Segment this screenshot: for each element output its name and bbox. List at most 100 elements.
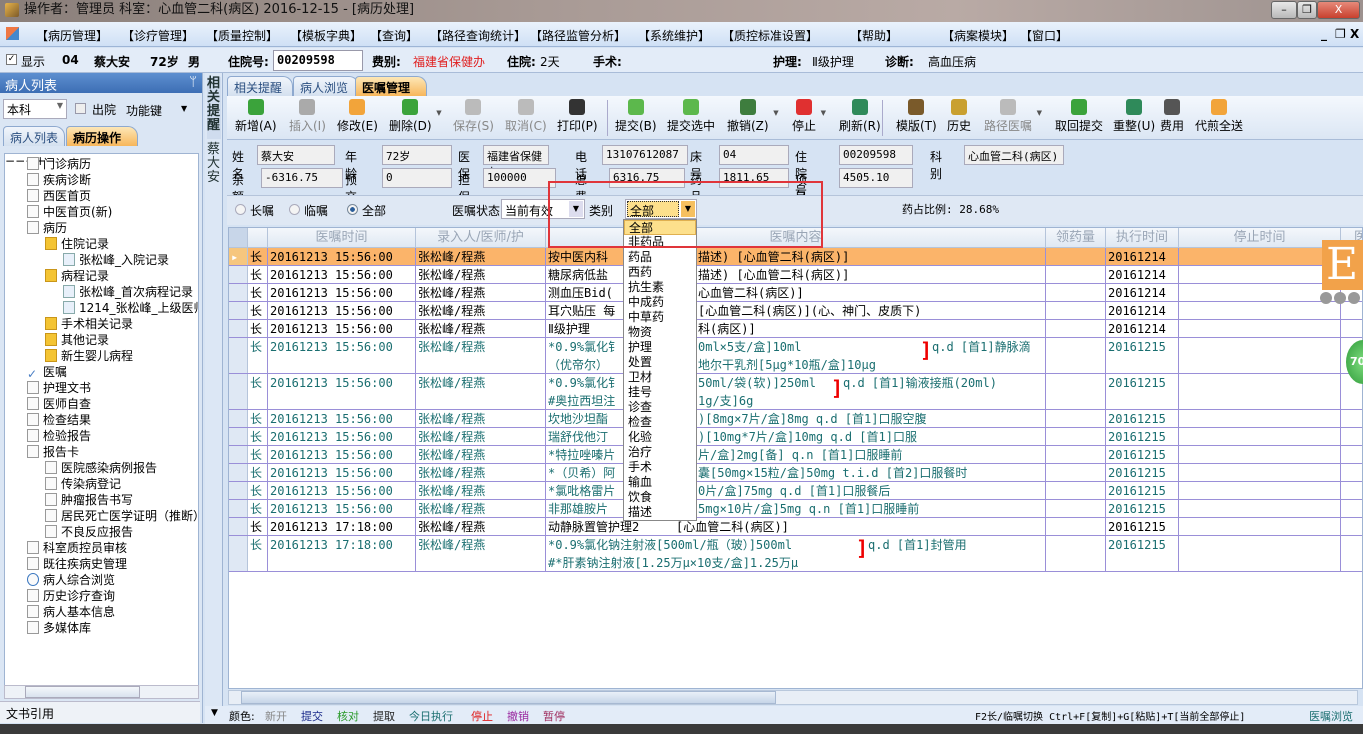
tree-item[interactable]: 西医首页 xyxy=(27,188,91,204)
prepay-field[interactable]: 0 xyxy=(382,168,452,188)
category-option[interactable]: 挂号 xyxy=(624,385,696,400)
category-option[interactable]: 手术 xyxy=(624,460,696,475)
menu-item[interactable]: 【窗口】 xyxy=(1020,27,1068,44)
category-option[interactable]: 输血 xyxy=(624,475,696,490)
category-option[interactable]: 诊查 xyxy=(624,400,696,415)
tree-item[interactable]: 科室质控员审核 xyxy=(27,540,127,556)
table-row[interactable]: 长 20161213 15:56:00 张松峰/程燕 坎地沙坦酯)[8mg×7片/盒]… xyxy=(229,410,1362,428)
chevron-down-icon[interactable]: ▼ xyxy=(821,109,826,117)
balance-field[interactable]: -6316.75 xyxy=(261,168,343,188)
submit-button[interactable]: 提交(B) xyxy=(615,99,657,134)
mdi-restore[interactable]: ❐ xyxy=(1335,27,1346,41)
tree-item[interactable]: 张松峰_首次病程记录 xyxy=(63,284,193,300)
insurance-field[interactable]: 福建省保健办 xyxy=(483,145,549,179)
menu-item[interactable]: 【帮助】 xyxy=(850,27,898,44)
calculator-button[interactable]: 费用 xyxy=(1160,99,1184,134)
tree-item[interactable]: 新生婴儿病程 xyxy=(45,348,133,364)
collapse-icon[interactable]: − xyxy=(5,154,15,168)
chevron-down-icon[interactable]: ▼ xyxy=(1037,109,1042,117)
side-tab-patient[interactable]: 蔡大安 xyxy=(207,143,221,185)
tree-item[interactable]: 检查结果 xyxy=(27,412,91,428)
category-option[interactable]: 饮食 xyxy=(624,490,696,505)
mdi-minimize[interactable]: _ xyxy=(1321,27,1327,41)
collapse-icon[interactable]: − xyxy=(15,154,25,168)
tree-item[interactable]: 手术相关记录 xyxy=(45,316,133,332)
menu-item[interactable]: 【病历管理】 xyxy=(36,27,108,44)
undo-button[interactable]: 取消(C) xyxy=(505,99,547,134)
show-checkbox[interactable]: ✓ xyxy=(6,54,17,65)
age-field[interactable]: 72岁 xyxy=(382,145,452,165)
inpatient-no-field[interactable]: 00209598 xyxy=(273,50,363,71)
table-row[interactable]: 长 20161213 15:56:00 张松峰/程燕 非那雄胺片 5mg×10片/盒]5… xyxy=(229,500,1362,518)
category-option[interactable]: 描述 xyxy=(624,505,696,520)
stop-button[interactable]: 停止 ▼ xyxy=(792,99,826,134)
total-field[interactable]: 6316.75 xyxy=(609,168,685,188)
floating-e-badge[interactable]: E xyxy=(1322,240,1363,290)
table-row[interactable]: 长 20161213 15:56:00 张松峰/程燕 瑞舒伐他汀)[10mg*7片/盒… xyxy=(229,428,1362,446)
menu-item[interactable]: 【查询】 xyxy=(370,27,418,44)
menu-item[interactable]: 【诊疗管理】 xyxy=(122,27,194,44)
category-option[interactable]: 中成药 xyxy=(624,295,696,310)
menu-item[interactable]: 【系统维护】 xyxy=(638,27,710,44)
menu-item[interactable]: 【质控标准设置】 xyxy=(722,27,818,44)
side-tab-reminder[interactable]: 相关提醒 xyxy=(207,77,221,139)
tree-item[interactable]: 病历 xyxy=(27,220,67,236)
radio-temporary[interactable] xyxy=(289,204,300,215)
item-field[interactable]: 4505.10 xyxy=(839,168,913,188)
chevron-down-icon[interactable]: ▼ xyxy=(436,109,441,117)
category-select[interactable]: 全部 ▼ xyxy=(625,199,697,219)
category-option[interactable]: 中草药 xyxy=(624,310,696,325)
table-row[interactable]: 长 20161213 15:56:00 张松峰/程燕 Ⅱ级护理 科(病区)] 201612… xyxy=(229,320,1362,338)
column-header[interactable]: 医嘱时间 xyxy=(268,228,416,248)
bed-field[interactable]: 04 xyxy=(719,145,789,165)
add-button[interactable]: 新增(A) xyxy=(235,99,277,134)
grid-corner[interactable] xyxy=(229,228,248,248)
table-row[interactable]: 长 20161213 15:56:00 张松峰/程燕 *（贝希）阿 囊[50mg×15粒… xyxy=(229,464,1362,482)
radio-long-term[interactable] xyxy=(235,204,246,215)
tree-item[interactable]: 病人综合浏览 xyxy=(27,572,115,588)
menu-item[interactable]: 【路径查询统计】 xyxy=(430,27,526,44)
category-option[interactable]: 检查 xyxy=(624,415,696,430)
tree-item[interactable]: 检验报告 xyxy=(27,428,91,444)
category-option[interactable]: 护理 xyxy=(624,340,696,355)
radio-all[interactable] xyxy=(347,204,358,215)
menu-item[interactable]: 【模板字典】 xyxy=(290,27,362,44)
retrieve-button[interactable]: 取回提交 xyxy=(1055,99,1103,134)
pager-dots[interactable] xyxy=(1320,292,1363,304)
table-row[interactable]: 长 20161213 15:56:00 张松峰/程燕 *0.9%氯化钅 50ml/袋(软… xyxy=(229,374,1362,410)
menu-item[interactable]: 【病案模块】 xyxy=(942,27,1014,44)
left-tab[interactable]: 病人列表 xyxy=(3,126,65,146)
minimize-button[interactable]: – xyxy=(1271,1,1297,19)
dept-field[interactable]: 心血管二科(病区) xyxy=(964,145,1064,165)
table-row[interactable]: 长 20161213 17:18:00 张松峰/程燕 动静脉置管护理2 [心血管二科(病… xyxy=(229,518,1362,536)
table-row[interactable]: 长 20161213 15:56:00 张松峰/程燕 *特拉唑嗪片 片/盒]2mg[备]… xyxy=(229,446,1362,464)
document-reference[interactable]: 文书引用 xyxy=(0,701,200,723)
delete-button[interactable]: 删除(D) ▼ xyxy=(389,99,442,134)
grid-hscrollbar[interactable] xyxy=(228,690,1358,705)
chevron-down-icon[interactable]: ▼ xyxy=(773,109,778,117)
menu-item[interactable]: 【路径监管分析】 xyxy=(530,27,626,44)
inpatient-no-field[interactable]: 00209598 xyxy=(839,145,913,165)
left-tab[interactable]: 病历操作 xyxy=(66,126,138,146)
edit-button[interactable]: 修改(E) xyxy=(337,99,378,134)
order-status-select[interactable]: 当前有效 ▼ xyxy=(501,199,585,219)
column-header[interactable]: 领药量 xyxy=(1046,228,1106,248)
category-option[interactable]: 非药品 xyxy=(624,235,696,250)
tree-item[interactable]: 护理文书 xyxy=(27,380,91,396)
tree-item[interactable]: 多媒体库 xyxy=(27,620,91,636)
history-button[interactable]: 历史 xyxy=(947,99,971,134)
table-row[interactable]: 长 20161213 15:56:00 张松峰/程燕 *氯吡格雷片 0片/盒]75mg … xyxy=(229,482,1362,500)
scroll-thumb[interactable] xyxy=(241,691,776,704)
tree-item[interactable]: 疾病诊断 xyxy=(27,172,91,188)
column-header[interactable]: 停止时间 xyxy=(1179,228,1341,248)
tree-item[interactable]: 居民死亡医学证明（推断） xyxy=(45,508,198,524)
tree-item[interactable]: 病程记录 xyxy=(45,268,109,284)
table-row[interactable]: 长 20161213 17:18:00 张松峰/程燕 *0.9%氯化钠注射液[500m… xyxy=(229,536,1362,572)
tree-item[interactable]: 张松峰_入院记录 xyxy=(63,252,169,268)
tree-item[interactable]: 报告卡 xyxy=(27,444,79,460)
tree-item[interactable]: 不良反应报告 xyxy=(45,524,133,540)
tree-item[interactable]: ✓ 医嘱 xyxy=(27,364,67,380)
drug-field[interactable]: 1811.65 xyxy=(719,168,789,188)
category-option[interactable]: 药品 xyxy=(624,250,696,265)
column-header[interactable]: 医嘱内容 xyxy=(546,228,1046,248)
